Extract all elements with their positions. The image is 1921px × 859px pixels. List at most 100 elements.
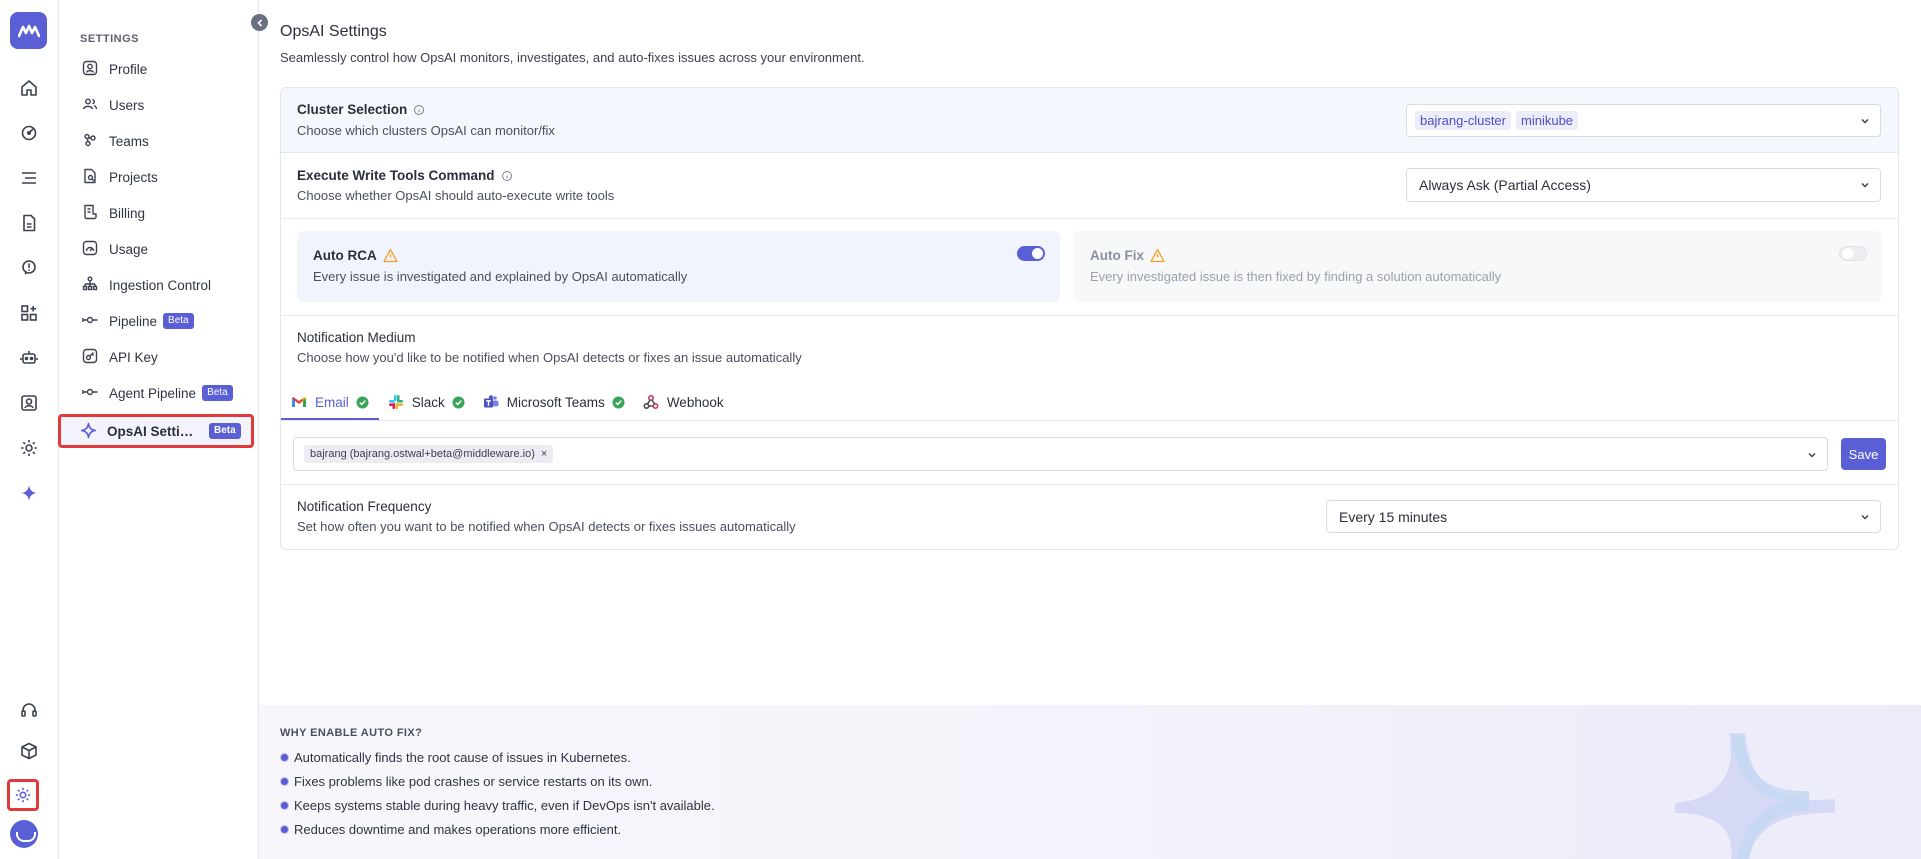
recipient-chip[interactable]: bajrang (bajrang.ostwal+beta@middleware.… <box>304 445 554 463</box>
tab-microsoft-teams[interactable]: Microsoft Teams <box>474 384 634 420</box>
sidebar-item-label: Profile <box>109 61 148 77</box>
user-circle-icon <box>82 60 100 78</box>
warning-icon <box>1150 248 1165 263</box>
pipeline-icon <box>82 312 100 330</box>
sidebar-item-pipeline[interactable]: Pipeline Beta <box>82 307 252 335</box>
sidebar-item-projects[interactable]: Projects <box>82 163 252 191</box>
promo-point-text: Reduces downtime and makes operations mo… <box>294 822 622 837</box>
package-icon[interactable] <box>16 738 42 764</box>
bullet-dot <box>280 753 289 762</box>
cluster-selection-title: Cluster Selection <box>297 102 425 117</box>
projects-icon <box>82 168 100 186</box>
cluster-chip[interactable]: bajrang-cluster <box>1415 111 1511 130</box>
sidebar-item-label: Users <box>109 97 145 113</box>
divider <box>281 484 1898 485</box>
chevron-down-icon <box>1807 450 1817 460</box>
alerts-icon[interactable] <box>16 255 42 281</box>
promo-point: Fixes problems like pod crashes or servi… <box>280 774 652 789</box>
write-tools-select[interactable]: Always Ask (Partial Access) <box>1406 168 1881 202</box>
auto-rca-toggle[interactable] <box>1017 246 1045 261</box>
save-button[interactable]: Save <box>1841 438 1886 470</box>
beta-badge: Beta <box>209 423 241 439</box>
collapse-sidebar-button[interactable] <box>251 14 268 31</box>
promo-point-text: Keeps systems stable during heavy traffi… <box>294 798 715 813</box>
sidebar-item-billing[interactable]: Billing <box>82 199 252 227</box>
auto-rca-title: Auto RCA <box>313 248 398 263</box>
sidebar-item-label: Pipeline <box>109 313 158 329</box>
sidebar-item-usage[interactable]: Usage <box>82 235 252 263</box>
page-subtitle: Seamlessly control how OpsAI monitors, i… <box>280 50 865 65</box>
ms-teams-icon <box>483 394 499 410</box>
sparkle-illustration <box>1675 733 1835 859</box>
cluster-chip[interactable]: minikube <box>1516 111 1579 130</box>
tab-slack[interactable]: Slack <box>379 384 474 420</box>
bullet-dot <box>280 801 289 810</box>
chevron-down-icon <box>1860 512 1870 522</box>
auto-fix-toggle[interactable] <box>1839 246 1867 261</box>
sidebar-item-label: Projects <box>109 169 158 185</box>
sidebar-item-ingestion-control[interactable]: Ingestion Control <box>82 271 252 299</box>
email-recipients-select[interactable]: bajrang (bajrang.ostwal+beta@middleware.… <box>293 437 1828 471</box>
middleware-logo-icon[interactable] <box>10 12 47 49</box>
sidebar-item-label: Billing <box>109 205 146 221</box>
sidebar-title: SETTINGS <box>80 33 140 45</box>
notification-frequency-title: Notification Frequency <box>297 499 432 514</box>
promo-point: Keeps systems stable during heavy traffi… <box>280 798 715 813</box>
check-circle-icon <box>612 396 625 409</box>
dashboard-icon[interactable] <box>16 120 42 146</box>
tab-webhook[interactable]: Webhook <box>634 384 733 420</box>
sidebar-item-opsai-settings-content[interactable]: OpsAI Settings Beta <box>80 417 241 445</box>
sidebar-item-users[interactable]: Users <box>82 91 252 119</box>
notification-frequency-select[interactable]: Every 15 minutes <box>1326 500 1881 533</box>
sidebar-item-label: Ingestion Control <box>109 277 212 293</box>
usage-icon <box>82 240 100 258</box>
chevron-down-icon <box>1860 116 1870 126</box>
close-icon[interactable]: × <box>541 448 547 460</box>
write-tools-title: Execute Write Tools Command <box>297 168 513 183</box>
webhook-icon <box>643 394 659 410</box>
auto-rca-desc: Every issue is investigated and explaine… <box>313 269 688 284</box>
settings-card <box>280 87 1899 550</box>
tab-label: Slack <box>411 394 445 410</box>
check-circle-icon <box>452 396 465 409</box>
home-icon[interactable] <box>16 75 42 101</box>
info-icon[interactable] <box>501 170 513 182</box>
notification-frequency-value: Every 15 minutes <box>1339 508 1448 525</box>
auto-rca-card <box>297 231 1060 302</box>
sidebar-item-label: API Key <box>109 349 158 365</box>
sidebar-item-profile[interactable]: Profile <box>82 55 252 83</box>
beta-badge: Beta <box>202 385 233 401</box>
billing-icon <box>82 204 100 222</box>
notification-medium-title: Notification Medium <box>297 330 416 345</box>
auto-fix-card <box>1073 231 1882 302</box>
key-icon <box>82 348 100 366</box>
sidebar-item-api-key[interactable]: API Key <box>82 343 252 371</box>
notification-frequency-desc: Set how often you want to be notified wh… <box>297 519 796 534</box>
robot-icon[interactable] <box>16 345 42 371</box>
headset-icon[interactable] <box>16 697 42 723</box>
sidebar-item-label: Teams <box>109 133 149 149</box>
sparkle-icon[interactable] <box>16 480 42 506</box>
settings-icon[interactable] <box>7 779 39 811</box>
promo-point: Automatically finds the root cause of is… <box>280 750 631 765</box>
sidebar-item-teams[interactable]: Teams <box>82 127 252 155</box>
cluster-select[interactable]: bajrang-cluster minikube <box>1406 104 1881 137</box>
settings-cog-icon[interactable] <box>16 435 42 461</box>
recipient-chip-label: bajrang (bajrang.ostwal+beta@middleware.… <box>310 448 535 460</box>
promo-point: Reduces downtime and makes operations mo… <box>280 822 621 837</box>
sidebar-item-agent-pipeline[interactable]: Agent Pipeline Beta <box>82 379 252 407</box>
tab-email[interactable]: Email <box>281 384 379 420</box>
bullet-dot <box>280 777 289 786</box>
widgets-icon[interactable] <box>16 300 42 326</box>
sidebar-item-label: Agent Pipeline <box>109 385 197 401</box>
tabs-divider <box>281 420 1898 421</box>
write-tools-label: Execute Write Tools Command <box>297 168 495 183</box>
notification-medium-desc: Choose how you'd like to be notified whe… <box>297 350 802 365</box>
document-icon[interactable] <box>16 210 42 236</box>
user-check-icon[interactable] <box>16 390 42 416</box>
info-icon[interactable] <box>413 104 425 116</box>
list-icon[interactable] <box>16 165 42 191</box>
avatar[interactable] <box>10 820 38 848</box>
auto-fix-label: Auto Fix <box>1090 248 1144 263</box>
ingestion-icon <box>82 276 100 294</box>
